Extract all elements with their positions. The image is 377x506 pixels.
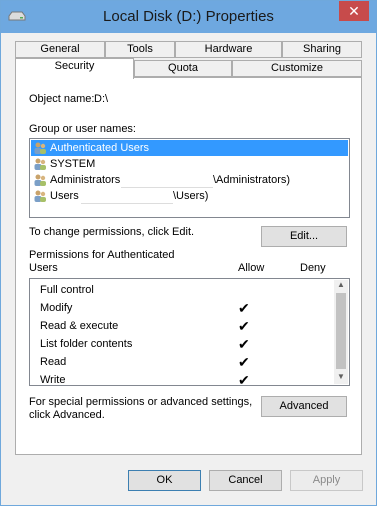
change-permissions-text: To change permissions, click Edit. [29, 226, 195, 238]
tab-sharing[interactable]: Sharing [282, 41, 362, 58]
tab-security[interactable]: Security [15, 58, 134, 79]
tab-general[interactable]: General [15, 41, 105, 58]
permission-name: Read [40, 356, 67, 368]
advanced-text-line1: For special permissions or advanced sett… [29, 396, 253, 408]
ok-button[interactable]: OK [128, 470, 201, 491]
list-item-users[interactable]: Users \Users) [31, 188, 348, 204]
advanced-text-line2: click Advanced. [29, 409, 105, 421]
tab-tools[interactable]: Tools [105, 41, 175, 58]
permission-row-write: Write ✔ [40, 372, 330, 389]
window-title: Local Disk (D:) Properties [103, 8, 274, 25]
tab-hardware[interactable]: Hardware [175, 41, 282, 58]
allow-check-icon: ✔ [238, 336, 250, 352]
security-panel: Object name: D:\ Group or user names: Au… [15, 77, 362, 455]
edit-button-label: Edit... [289, 230, 319, 242]
advanced-button[interactable]: Advanced [261, 396, 347, 417]
user-name: Users [50, 190, 79, 202]
apply-button-label: Apply [312, 474, 341, 486]
permission-name: Full control [40, 284, 94, 296]
tab-label: General [40, 43, 80, 55]
user-domain: \Administrators) [213, 174, 291, 186]
permission-row-read: Read ✔ [40, 354, 330, 371]
tab-label: Tools [127, 43, 153, 55]
dialog-footer: OK Cancel Apply [1, 456, 376, 505]
scroll-up-icon[interactable]: ▲ [337, 280, 345, 289]
user-group-icon [34, 158, 46, 170]
permissions-list: Full control Modify ✔ Read & execute ✔ L… [29, 278, 350, 389]
cancel-button[interactable]: Cancel [209, 470, 282, 491]
user-domain: \Users) [173, 190, 209, 202]
redacted-text [121, 173, 213, 188]
user-name: SYSTEM [50, 158, 96, 170]
user-name: Administrators [50, 174, 121, 186]
permissions-header-user: Users [29, 262, 58, 274]
permission-name: List folder contents [40, 338, 133, 350]
permissions-header: Permissions for Authenticated [29, 249, 175, 261]
permission-name: Read & execute [40, 320, 119, 332]
user-list[interactable]: Authenticated Users SYSTEM Administrator… [29, 138, 350, 218]
tab-label: Security [54, 60, 95, 72]
tab-label: Hardware [204, 43, 253, 55]
permission-row-full-control: Full control [40, 282, 330, 299]
user-group-icon [34, 142, 46, 154]
title-bar[interactable]: Local Disk (D:) Properties ✕ [1, 1, 376, 33]
properties-window: Local Disk (D:) Properties ✕ General Too… [0, 0, 377, 506]
edit-button[interactable]: Edit... [261, 226, 347, 247]
group-label: Group or user names: [29, 123, 136, 135]
tab-label: Customize [271, 62, 323, 74]
permission-name: Modify [40, 302, 73, 314]
permission-row-read-execute: Read & execute ✔ [40, 318, 330, 335]
tab-customize[interactable]: Customize [232, 60, 362, 77]
user-group-icon [34, 174, 46, 186]
redacted-text [81, 189, 173, 204]
allow-check-icon: ✔ [238, 354, 250, 370]
deny-column-header: Deny [300, 262, 326, 274]
ok-button-label: OK [156, 474, 173, 486]
cancel-button-label: Cancel [228, 474, 263, 486]
list-item-administrators[interactable]: Administrators \Administrators) [31, 172, 348, 188]
scroll-down-icon[interactable]: ▼ [337, 372, 345, 381]
close-button[interactable]: ✕ [339, 1, 369, 21]
advanced-button-label: Advanced [279, 400, 329, 412]
apply-button[interactable]: Apply [290, 470, 363, 491]
tab-label: Sharing [303, 43, 341, 55]
user-group-icon [34, 190, 46, 202]
list-item-system[interactable]: SYSTEM [31, 156, 348, 172]
allow-check-icon: ✔ [238, 300, 250, 316]
user-name: Authenticated Users [50, 142, 150, 154]
allow-column-header: Allow [238, 262, 265, 274]
list-item-authenticated-users[interactable]: Authenticated Users [31, 140, 348, 156]
permission-name: Write [40, 374, 66, 386]
tab-label: Quota [168, 62, 198, 74]
tab-quota[interactable]: Quota [134, 60, 232, 77]
permissions-scrollbar[interactable]: ▲ ▼ [334, 280, 348, 384]
object-name-label: Object name: [29, 93, 95, 105]
object-name-value: D:\ [94, 93, 109, 105]
permission-row-list-folder: List folder contents ✔ [40, 336, 330, 353]
allow-check-icon: ✔ [238, 318, 250, 334]
scrollbar-thumb[interactable] [336, 293, 346, 369]
allow-check-icon: ✔ [238, 372, 250, 388]
permission-row-modify: Modify ✔ [40, 300, 330, 317]
